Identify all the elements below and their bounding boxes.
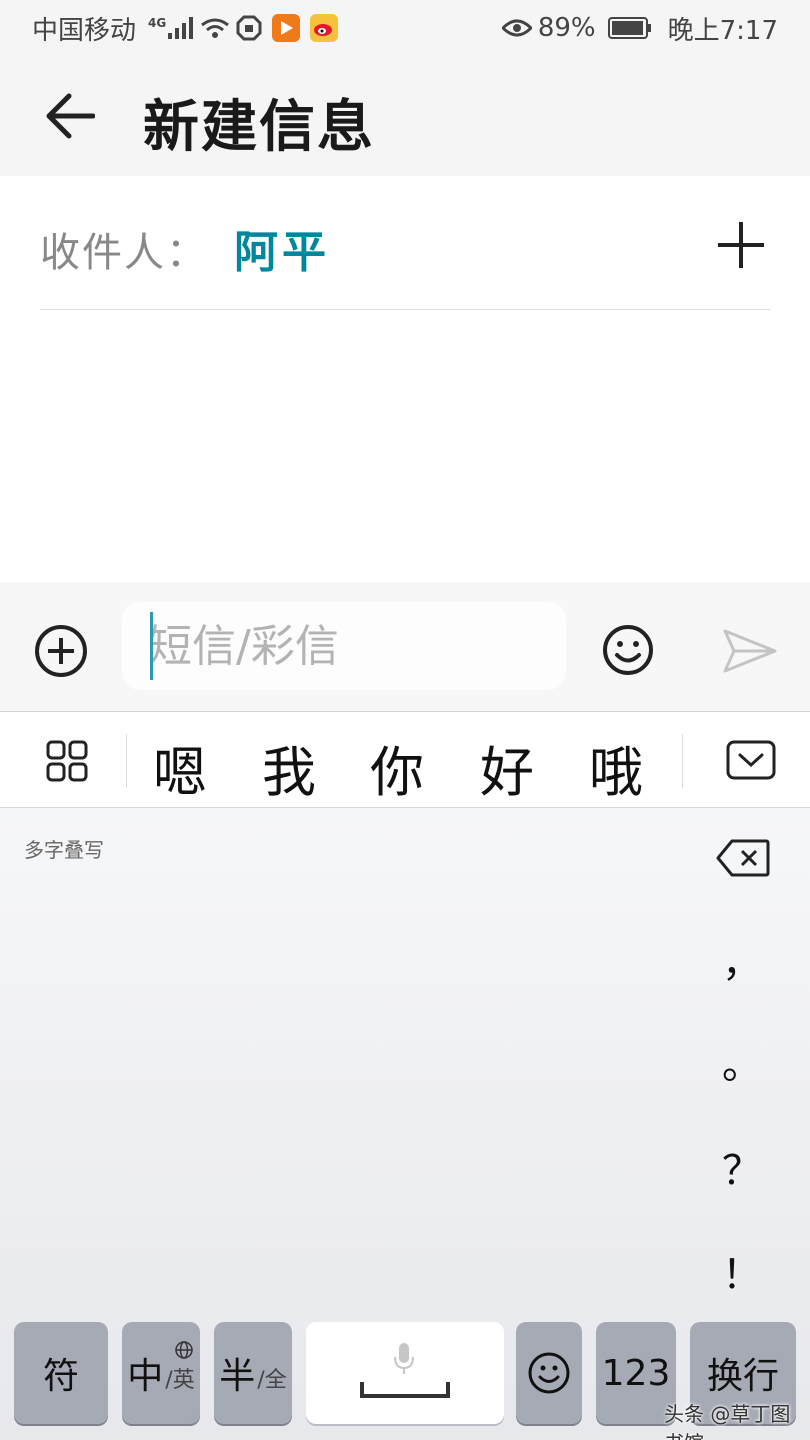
send-icon[interactable] — [722, 628, 778, 674]
compose-bar — [0, 582, 810, 712]
signal-icon — [168, 17, 194, 39]
shield-icon — [236, 15, 262, 41]
back-arrow-icon[interactable] — [38, 84, 102, 148]
battery-percent: 89% — [537, 13, 596, 43]
candidate-word[interactable]: 你 — [370, 728, 424, 807]
candidate-word[interactable]: 我 — [262, 728, 316, 807]
emoji-key[interactable] — [516, 1322, 582, 1424]
handwriting-keyboard[interactable]: 多字叠写 ， 。 ？ ！ 符 中/英 半/全 123 换行 — [0, 808, 810, 1440]
status-bar: 中国移动 4G 89% 晚上7:17 — [0, 0, 810, 56]
symbols-key-label: 符 — [42, 1356, 79, 1397]
candidate-bar: 嗯 我 你 好 哦 — [0, 712, 810, 808]
add-circle-icon[interactable] — [32, 622, 90, 680]
watermark: 头条 @草丁图书馆 — [664, 1402, 791, 1440]
wifi-icon — [200, 17, 230, 39]
clock: 晚上7:17 — [667, 15, 778, 46]
divider — [682, 734, 683, 788]
language-key-main: 中 — [127, 1356, 164, 1397]
keyboard-collapse-icon[interactable] — [726, 740, 776, 780]
punct-comma-key[interactable]: ， — [712, 930, 772, 988]
space-key[interactable] — [306, 1322, 504, 1424]
add-recipient-plus-icon[interactable] — [712, 216, 770, 274]
candidate-word[interactable]: 好 — [480, 728, 534, 807]
message-input[interactable] — [122, 602, 566, 690]
numbers-key-label: 123 — [601, 1352, 671, 1394]
width-key-main: 半 — [219, 1356, 256, 1397]
battery-icon — [607, 17, 652, 39]
video-app-icon — [272, 14, 301, 42]
language-switch-key[interactable]: 中/英 — [122, 1322, 200, 1424]
width-switch-key[interactable]: 半/全 — [214, 1322, 292, 1424]
punct-question-key[interactable]: ？ — [712, 1138, 772, 1196]
carrier-label: 中国移动 — [32, 15, 137, 46]
recipient-row: 收件人： 阿平 — [40, 176, 770, 310]
eye-icon — [501, 18, 532, 38]
candidate-word[interactable]: 哦 — [589, 728, 643, 807]
text-caret — [150, 612, 153, 680]
symbols-key[interactable]: 符 — [14, 1322, 108, 1424]
weibo-icon — [310, 14, 339, 42]
divider — [126, 734, 127, 788]
grid-icon[interactable] — [44, 738, 90, 784]
language-key-sub: /英 — [165, 1368, 195, 1393]
recipient-label: 收件人： — [40, 230, 208, 276]
recipient-name[interactable]: 阿平 — [234, 216, 330, 280]
smiley-icon[interactable] — [600, 622, 656, 678]
enter-key-label: 换行 — [706, 1356, 779, 1397]
candidate-word[interactable]: 嗯 — [153, 728, 207, 807]
smiley-icon — [528, 1352, 570, 1394]
punct-exclaim-key[interactable]: ！ — [712, 1242, 772, 1300]
width-key-sub: /全 — [257, 1368, 287, 1393]
globe-icon — [174, 1328, 194, 1359]
page-title: 新建信息 — [143, 95, 375, 160]
space-bar-icon — [360, 1382, 450, 1398]
backspace-icon[interactable] — [716, 838, 770, 878]
punct-period-key[interactable]: 。 — [712, 1032, 772, 1090]
header: 新建信息 — [0, 56, 810, 176]
network-type: 4G — [148, 15, 167, 30]
microphone-icon[interactable] — [392, 1342, 416, 1376]
mode-hint: 多字叠写 — [24, 838, 104, 862]
